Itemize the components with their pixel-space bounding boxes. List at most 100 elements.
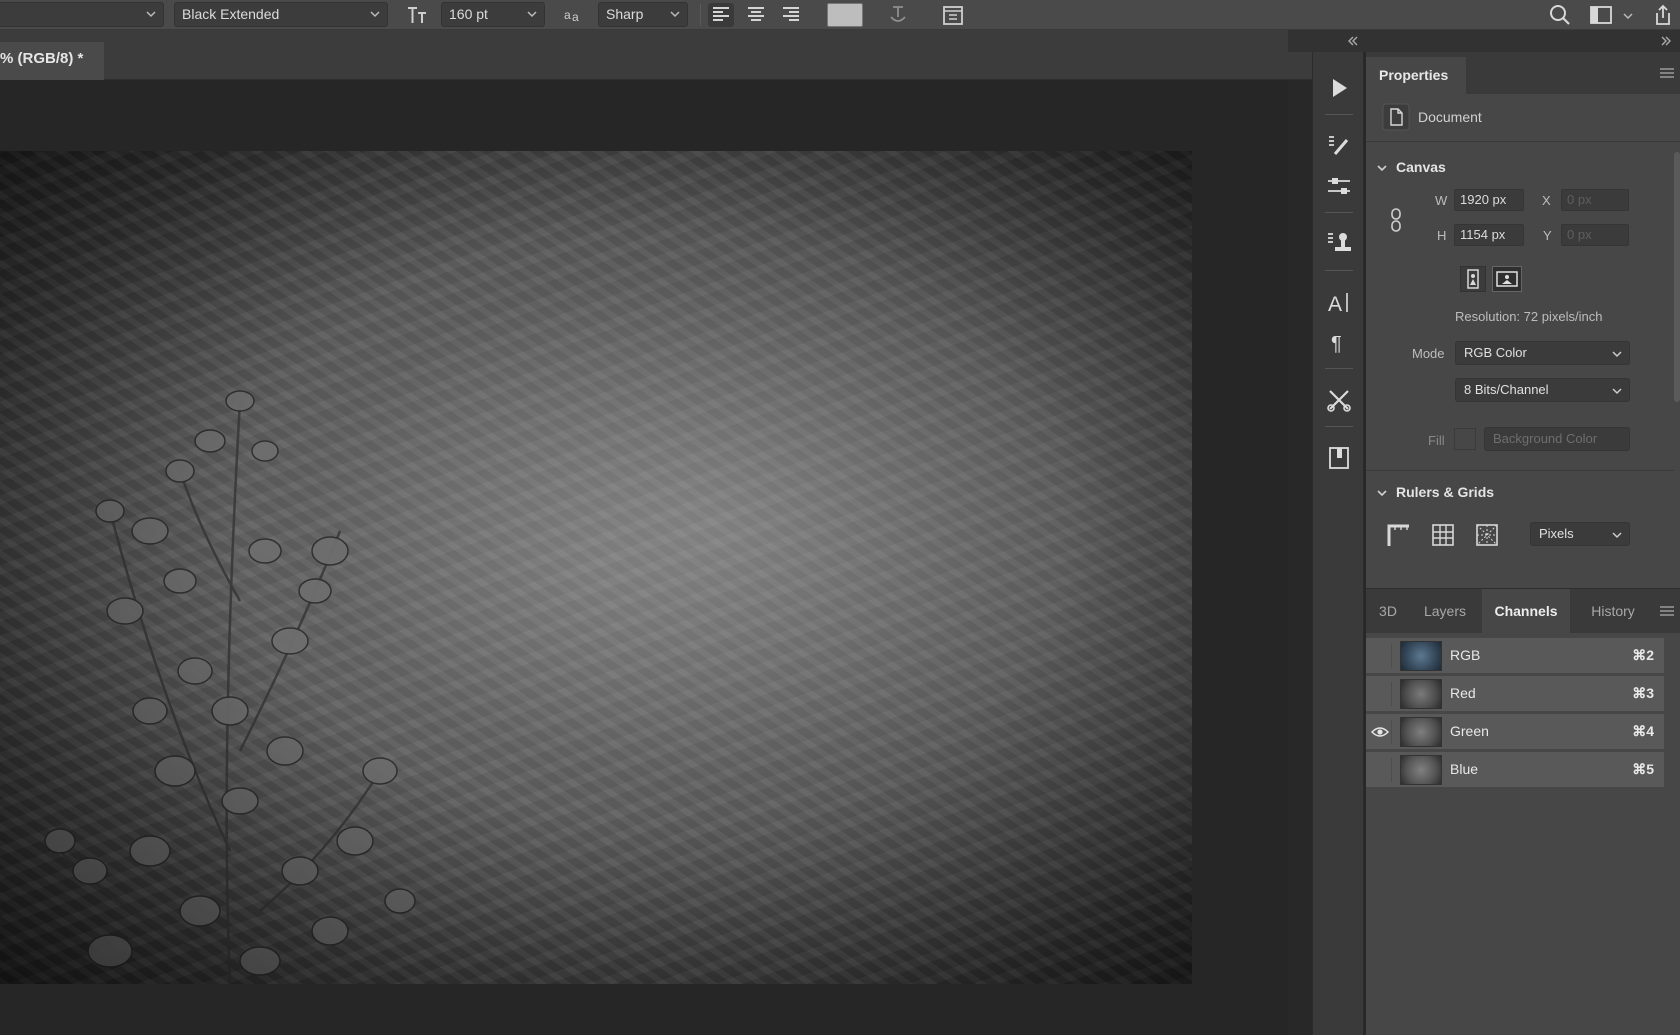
search-icon[interactable] bbox=[1547, 3, 1573, 27]
height-input[interactable]: 1154 px bbox=[1454, 224, 1524, 246]
ruler-units-select[interactable]: Pixels bbox=[1530, 522, 1630, 546]
width-value: 1920 px bbox=[1460, 192, 1507, 207]
document-tab[interactable]: % (RGB/8) * bbox=[0, 42, 104, 80]
character-panel-icon[interactable] bbox=[940, 3, 966, 27]
height-value: 1154 px bbox=[1460, 227, 1506, 242]
bit-depth-select[interactable]: 8 Bits/Channel bbox=[1455, 378, 1630, 402]
canvas-workspace[interactable] bbox=[0, 80, 1288, 1035]
x-label: X bbox=[1542, 193, 1551, 208]
channel-shortcut: ⌘2 bbox=[1632, 647, 1654, 663]
x-input[interactable]: 0 px bbox=[1561, 189, 1629, 211]
visibility-toggle[interactable] bbox=[1370, 644, 1392, 668]
guides-icon[interactable] bbox=[1474, 522, 1500, 548]
y-input[interactable]: 0 px bbox=[1561, 224, 1629, 246]
panel-menu-icon[interactable] bbox=[1660, 606, 1674, 616]
divider bbox=[1325, 368, 1353, 369]
tab-history[interactable]: History bbox=[1570, 589, 1656, 633]
document-icon bbox=[1382, 103, 1410, 131]
channel-shortcut: ⌘4 bbox=[1632, 723, 1654, 739]
adjustments-icon[interactable] bbox=[1325, 172, 1353, 200]
properties-scrollbar[interactable] bbox=[1674, 152, 1680, 402]
color-mode-value: RGB Color bbox=[1464, 345, 1527, 360]
divider bbox=[1325, 212, 1353, 213]
clone-source-icon[interactable] bbox=[1325, 228, 1353, 256]
tab-channels[interactable]: Channels bbox=[1482, 589, 1570, 633]
character-icon[interactable]: A bbox=[1325, 288, 1353, 316]
align-right-button[interactable] bbox=[778, 3, 804, 27]
share-icon[interactable] bbox=[1650, 3, 1676, 27]
collapse-rulers-chevron-icon[interactable] bbox=[1376, 487, 1388, 499]
divider bbox=[1366, 470, 1674, 471]
bit-depth-value: 8 Bits/Channel bbox=[1464, 382, 1549, 397]
chevron-down-icon bbox=[1612, 388, 1622, 395]
landscape-orientation-button[interactable] bbox=[1492, 266, 1522, 292]
channel-name: RGB bbox=[1450, 647, 1481, 663]
properties-tab-label: Properties bbox=[1379, 67, 1449, 83]
divider bbox=[1325, 114, 1353, 115]
panel-menu-icon[interactable] bbox=[1660, 68, 1674, 78]
paragraph-icon[interactable]: ¶ bbox=[1325, 328, 1353, 356]
channel-row-blue[interactable]: Blue ⌘5 bbox=[1366, 752, 1664, 788]
channel-row-red[interactable]: Red ⌘3 bbox=[1366, 676, 1664, 712]
brush-settings-icon[interactable] bbox=[1325, 132, 1353, 160]
options-bar: Black Extended 160 pt aa Sharp bbox=[0, 0, 1680, 30]
fill-swatch[interactable] bbox=[1454, 428, 1476, 450]
chevron-down-icon bbox=[1612, 532, 1622, 539]
tab-layers[interactable]: Layers bbox=[1410, 589, 1480, 633]
divider bbox=[1325, 270, 1353, 271]
eye-icon bbox=[1370, 727, 1390, 737]
chevron-down-icon bbox=[527, 11, 537, 18]
tab-properties[interactable]: Properties bbox=[1366, 57, 1466, 94]
canvas-image[interactable] bbox=[0, 151, 1192, 984]
y-value: 0 px bbox=[1567, 227, 1592, 242]
visibility-toggle[interactable] bbox=[1370, 682, 1392, 706]
visibility-toggle[interactable] bbox=[1370, 758, 1392, 782]
width-label: W bbox=[1435, 193, 1448, 208]
workspace-icon[interactable] bbox=[1588, 3, 1614, 27]
chevron-down-icon[interactable] bbox=[1622, 10, 1634, 22]
svg-text:¶: ¶ bbox=[1331, 333, 1342, 355]
canvas-section-heading: Canvas bbox=[1396, 159, 1446, 175]
properties-panel-header: Properties bbox=[1366, 52, 1680, 94]
svg-text:A: A bbox=[1328, 293, 1342, 316]
notes-icon[interactable] bbox=[1325, 444, 1353, 472]
height-label: H bbox=[1437, 228, 1447, 243]
align-center-button[interactable] bbox=[743, 3, 769, 27]
font-family-select[interactable] bbox=[0, 2, 164, 27]
properties-panel: Properties Document Canvas W 1920 px X 0… bbox=[1366, 52, 1680, 588]
align-left-button[interactable] bbox=[708, 3, 734, 27]
channel-row-green[interactable]: Green ⌘4 bbox=[1366, 714, 1664, 750]
channel-shortcut: ⌘5 bbox=[1632, 761, 1654, 777]
ruler-icon[interactable] bbox=[1386, 522, 1412, 548]
warp-text-icon[interactable] bbox=[885, 3, 911, 27]
fill-select[interactable]: Background Color bbox=[1484, 427, 1630, 451]
expand-right-icon[interactable] bbox=[1660, 36, 1672, 46]
collapse-left-icon[interactable] bbox=[1347, 36, 1359, 46]
width-input[interactable]: 1920 px bbox=[1454, 189, 1524, 211]
tab-label: 3D bbox=[1379, 603, 1397, 619]
grid-icon[interactable] bbox=[1430, 522, 1456, 548]
ruler-units-value: Pixels bbox=[1539, 526, 1574, 541]
color-mode-select[interactable]: RGB Color bbox=[1455, 341, 1630, 365]
panel-icon-strip: A ¶ bbox=[1312, 52, 1364, 1035]
tab-label: Layers bbox=[1423, 603, 1467, 619]
font-size-select[interactable]: 160 pt bbox=[441, 2, 545, 27]
channel-row-rgb[interactable]: RGB ⌘2 bbox=[1366, 638, 1664, 674]
link-dimensions-icon[interactable] bbox=[1388, 207, 1404, 233]
antialias-select[interactable]: Sharp bbox=[598, 2, 688, 27]
antialias-icon: aa bbox=[561, 3, 587, 27]
channels-panel-tabs: 3D Layers Channels History bbox=[1366, 589, 1680, 633]
font-style-select[interactable]: Black Extended bbox=[174, 2, 388, 27]
portrait-orientation-button[interactable] bbox=[1460, 266, 1486, 292]
divider bbox=[1325, 426, 1353, 427]
mode-label: Mode bbox=[1412, 346, 1445, 361]
svg-text:a: a bbox=[564, 8, 571, 22]
visibility-toggle[interactable] bbox=[1370, 720, 1392, 744]
tab-3d[interactable]: 3D bbox=[1366, 589, 1410, 633]
play-icon[interactable] bbox=[1325, 74, 1353, 102]
collapse-canvas-chevron-icon[interactable] bbox=[1376, 162, 1388, 174]
font-size-value: 160 pt bbox=[449, 6, 488, 22]
text-color-swatch[interactable] bbox=[827, 3, 863, 27]
fill-value: Background Color bbox=[1493, 431, 1598, 446]
tool-presets-icon[interactable] bbox=[1325, 386, 1353, 414]
